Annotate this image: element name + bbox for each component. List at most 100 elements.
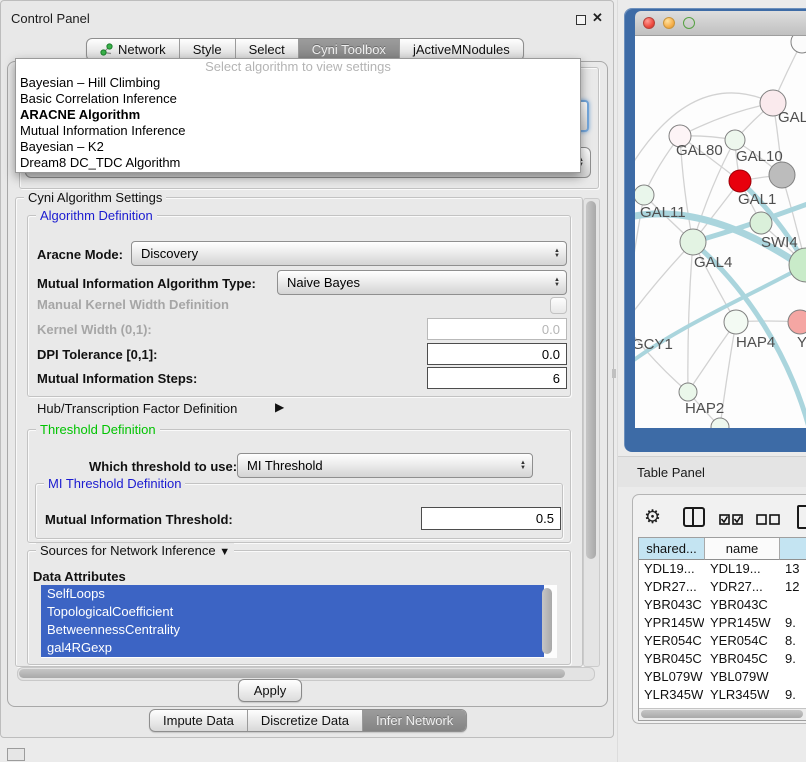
network-edge[interactable] [635,324,688,392]
apply-button[interactable]: Apply [238,679,302,702]
table-row[interactable]: YBL079WYBL079W [639,668,806,686]
network-edge[interactable] [680,103,773,136]
dpi-tolerance-field[interactable]: 0.0 [427,343,567,365]
aracne-mode-value: Discovery [141,246,198,261]
algorithm-definition-title: Algorithm Definition [36,208,157,223]
network-edge[interactable] [635,242,693,324]
tab-style[interactable]: Style [179,39,235,60]
popup-item-basic-correlation[interactable]: Basic Correlation Inference [16,91,580,107]
mi-steps-field[interactable]: 6 [427,367,567,389]
settings-scrollbar-thumb[interactable] [586,201,596,559]
table-panel-title: Table Panel [637,465,705,480]
tab-network[interactable]: Network [87,39,179,60]
which-threshold-combo[interactable]: MI Threshold ▲▼ [237,453,533,478]
table-row[interactable]: YDL19...YDL19...13 [639,560,806,578]
popup-item-dream8[interactable]: Dream8 DC_TDC Algorithm [16,155,580,171]
sources-collapse-icon[interactable]: ▼ [219,546,230,558]
network-node-label: Y [797,334,806,351]
network-node-y[interactable] [788,310,806,334]
list-item-topologicalcoefficient[interactable]: TopologicalCoefficient [41,603,544,621]
settings-hscrollbar-thumb[interactable] [19,669,565,678]
close-traffic-light-icon[interactable] [643,17,655,29]
attributes-list-scrollbar-thumb[interactable] [542,588,552,654]
network-node-swi4[interactable] [750,212,772,234]
network-window-titlebar[interactable] [635,11,806,36]
list-item-gal4rgexp[interactable]: gal4RGexp [41,639,544,657]
table-row[interactable]: YBR045CYBR045C9. [639,650,806,668]
network-node-label: GAL10 [736,148,783,165]
network-node[interactable] [769,162,795,188]
table-row[interactable]: YER054CYER054C8. [639,632,806,650]
table-hscrollbar-thumb[interactable] [641,710,803,718]
mi-type-combo[interactable]: Naive Bayes ▲▼ [277,270,567,295]
network-node-label: GAL4 [694,254,732,271]
network-node-label: GCY1 [635,336,673,353]
split-columns-icon[interactable] [683,507,705,527]
network-view-canvas[interactable]: GALGAL80GAL10GAL1GAL11SWI4GAL4GCY1HAP4YH… [635,36,806,428]
tab-infer-network[interactable]: Infer Network [362,710,466,731]
table-row[interactable]: YPR145WYPR145W9. [639,614,806,632]
popup-item-bayesian-hill-climbing[interactable]: Bayesian – Hill Climbing [16,75,580,91]
network-edge[interactable] [688,322,736,392]
network-node-gal11[interactable] [635,185,654,205]
tab-jactivemnodules[interactable]: jActiveMNodules [399,39,523,60]
sources-group-title: Sources for Network Inference ▼ [36,543,234,558]
column-header-clipped[interactable] [780,538,806,560]
mi-threshold-label: Mutual Information Threshold: [45,512,233,527]
network-node-gal10[interactable] [725,130,745,150]
list-item-betweennesscentrality[interactable]: BetweennessCentrality [41,621,544,639]
combo-arrows-icon: ▲▼ [520,461,526,471]
mi-threshold-field[interactable]: 0.5 [421,507,561,530]
network-node-gal1[interactable] [729,170,751,192]
which-threshold-label: Which threshold to use: [89,459,237,474]
combo-arrows-icon: ▲▼ [554,278,560,288]
export-table-icon[interactable] [797,505,806,529]
tab-cyni-toolbox[interactable]: Cyni Toolbox [298,39,399,60]
list-item-selfloops[interactable]: SelfLoops [41,585,544,603]
tab-select[interactable]: Select [235,39,298,60]
hub-expand-icon[interactable]: ▶ [275,400,284,414]
which-threshold-value: MI Threshold [247,458,323,473]
network-node-label: HAP4 [736,334,775,351]
network-node-hap2[interactable] [679,383,697,401]
zoom-traffic-light-icon[interactable] [683,17,695,29]
close-icon[interactable]: ✕ [592,10,603,26]
divider-handle[interactable] [612,369,616,378]
kernel-width-field[interactable]: 0.0 [427,318,567,340]
aracne-mode-combo[interactable]: Discovery ▲▼ [131,241,567,266]
network-node[interactable] [789,248,806,282]
table-rows: YDL19...YDL19...13 YDR27...YDR27...12 YB… [639,560,806,708]
network-node-hap4[interactable] [724,310,748,334]
mi-type-value: Naive Bayes [287,275,360,290]
dpi-tolerance-label: DPI Tolerance [0,1]: [37,347,157,362]
tab-label: Network [118,42,166,57]
algorithm-dropdown-popup: Select algorithm to view settings Bayesi… [15,58,581,173]
network-node-label: GAL80 [676,142,723,159]
network-node-gal4[interactable] [680,229,706,255]
minimized-panel-icon[interactable] [7,748,25,761]
popup-item-mutual-information[interactable]: Mutual Information Inference [16,123,580,139]
select-all-columns-icon[interactable] [719,512,743,530]
minimize-traffic-light-icon[interactable] [663,17,675,29]
panel-divider[interactable] [617,0,618,762]
popup-item-bayesian-k2[interactable]: Bayesian – K2 [16,139,580,155]
popup-item-aracne[interactable]: ARACNE Algorithm [16,107,580,123]
manual-kernel-checkbox[interactable] [550,297,567,314]
table-panel-header: Table Panel [618,456,806,487]
data-attributes-label: Data Attributes [33,569,126,584]
table-row[interactable]: YBR043CYBR043C [639,596,806,614]
table-row[interactable]: YDR27...YDR27...12 [639,578,806,596]
settings-group-title: Cyni Algorithm Settings [24,190,166,205]
control-panel-window: Control Panel ✕ Network Style Select Cyn… [0,0,614,738]
column-header-name[interactable]: name [705,538,780,560]
tab-discretize-data[interactable]: Discretize Data [247,710,362,731]
tab-impute-data[interactable]: Impute Data [150,710,247,731]
column-header-shared-name[interactable]: shared... [639,538,705,560]
float-window-icon[interactable] [576,15,586,25]
network-node[interactable] [791,36,806,53]
desktop: { "control_panel": { "title": "Control P… [0,0,806,762]
gear-icon[interactable]: ⚙ [644,506,661,529]
network-edge[interactable] [688,242,693,392]
table-row[interactable]: YLR345WYLR345W9. [639,686,806,704]
deselect-all-columns-icon[interactable] [756,512,780,530]
